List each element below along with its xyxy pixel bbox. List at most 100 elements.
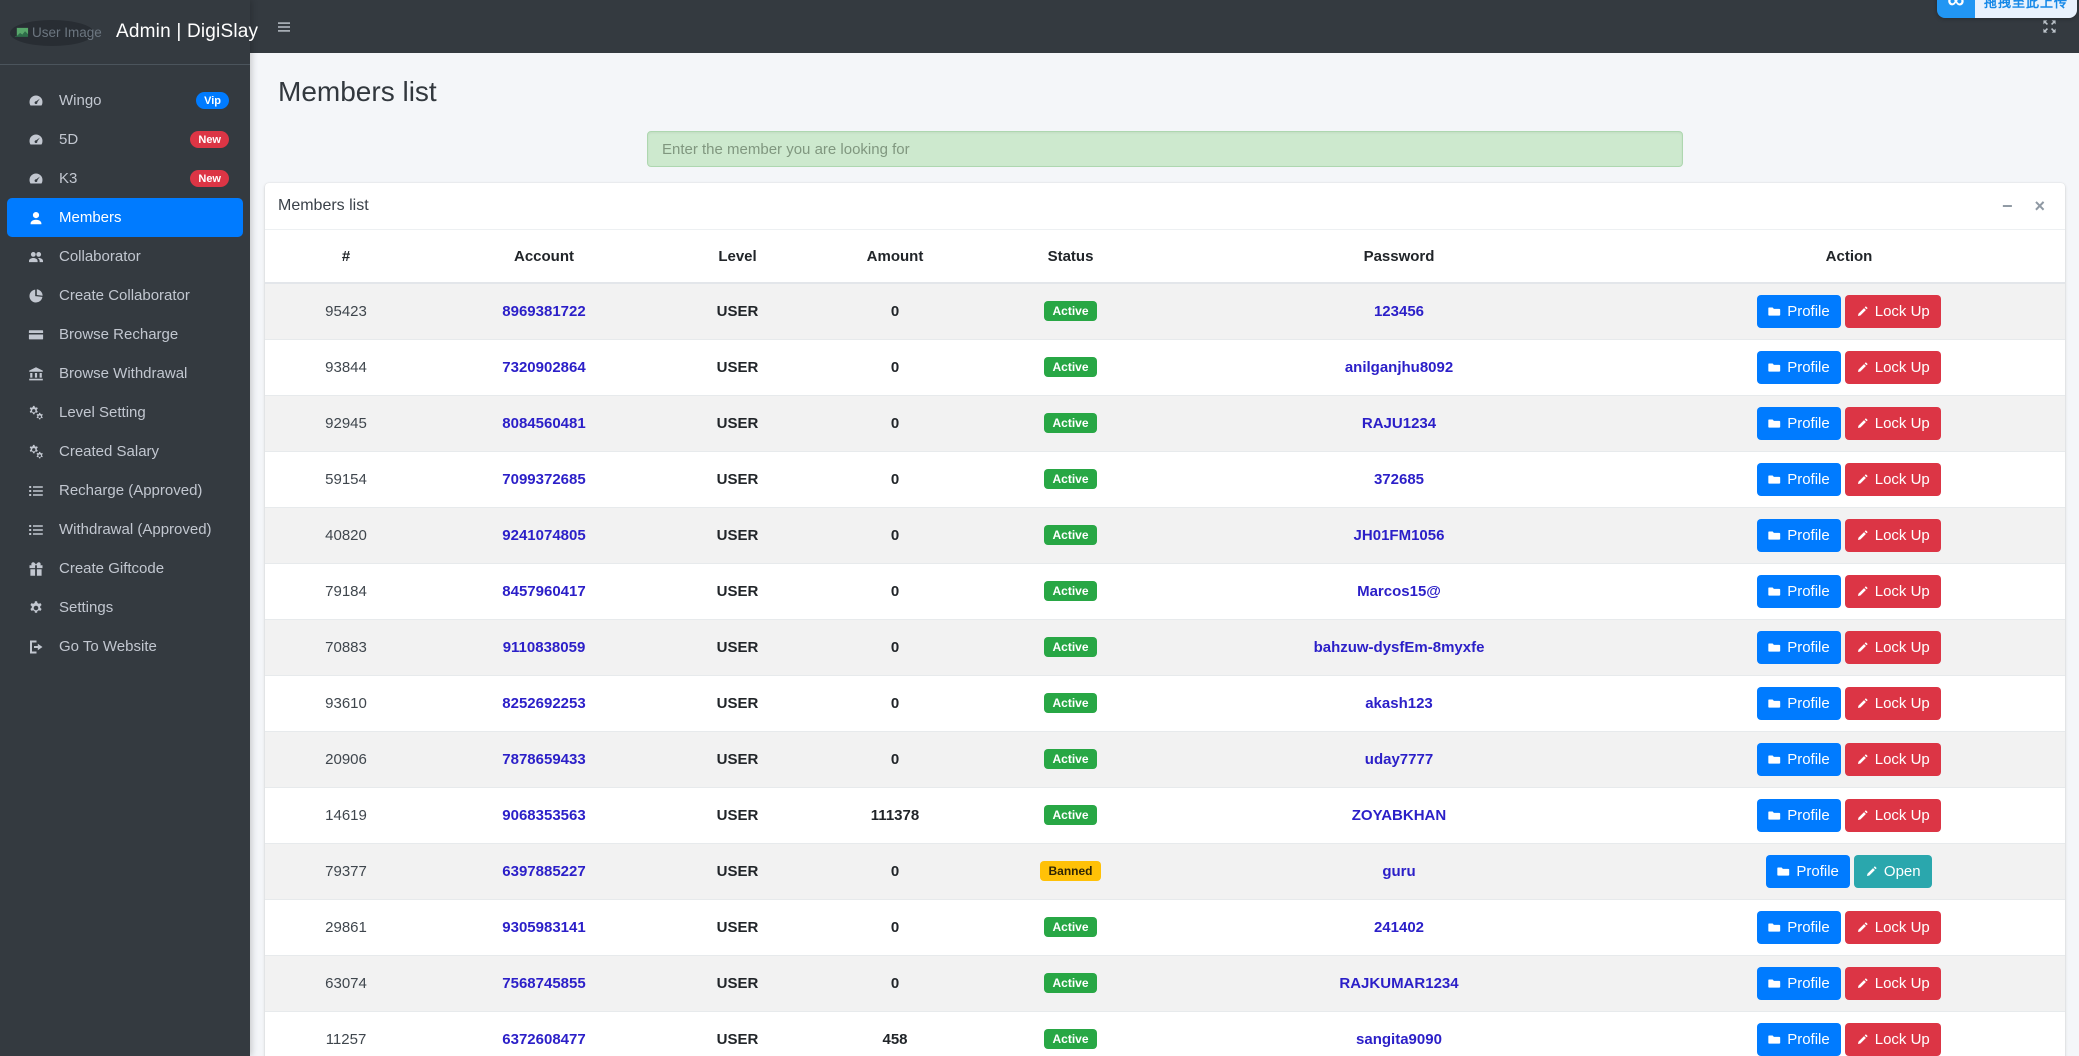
lock-up-button[interactable]: Lock Up — [1845, 799, 1941, 832]
account-link[interactable]: 8252692253 — [502, 695, 585, 712]
account-link[interactable]: 7568745855 — [502, 975, 585, 992]
status-badge: Active — [1044, 973, 1096, 993]
profile-button[interactable]: Profile — [1766, 855, 1850, 888]
hamburger-menu-icon[interactable] — [276, 19, 292, 35]
account-link[interactable]: 7099372685 — [502, 471, 585, 488]
lock-up-button[interactable]: Lock Up — [1845, 743, 1941, 776]
profile-button[interactable]: Profile — [1757, 295, 1841, 328]
sidebar-item-browse-withdrawal[interactable]: Browse Withdrawal — [7, 354, 243, 393]
lock-up-button[interactable]: Lock Up — [1845, 911, 1941, 944]
lock-up-button[interactable]: Lock Up — [1845, 407, 1941, 440]
account-link[interactable]: 6372608477 — [502, 1031, 585, 1048]
member-id-cell: 14619 — [265, 787, 427, 843]
button-label: Lock Up — [1875, 751, 1930, 768]
password-link[interactable]: 241402 — [1374, 919, 1424, 936]
panel-header: Members list − × — [265, 183, 2065, 230]
account-link[interactable]: 9305983141 — [502, 919, 585, 936]
action-buttons: ProfileOpen — [1766, 855, 1931, 888]
table-row: 936108252692253USER0Activeakash123Profil… — [265, 675, 2065, 731]
password-link[interactable]: JH01FM1056 — [1354, 527, 1445, 544]
password-link[interactable]: anilganjhu8092 — [1345, 359, 1453, 376]
lock-up-button[interactable]: Lock Up — [1845, 295, 1941, 328]
member-id-cell: 93610 — [265, 675, 427, 731]
sidebar-item-wingo[interactable]: WingoVip — [7, 81, 243, 120]
password-link[interactable]: akash123 — [1365, 695, 1433, 712]
open-button[interactable]: Open — [1854, 855, 1932, 888]
sidebar-item-level-setting[interactable]: Level Setting — [7, 393, 243, 432]
password-link[interactable]: guru — [1382, 863, 1415, 880]
folder-icon — [1768, 473, 1781, 486]
sidebar-item-recharge-approved[interactable]: Recharge (Approved) — [7, 471, 243, 510]
button-label: Lock Up — [1875, 975, 1930, 992]
lock-up-button[interactable]: Lock Up — [1845, 351, 1941, 384]
password-link[interactable]: 123456 — [1374, 303, 1424, 320]
account-link[interactable]: 8084560481 — [502, 415, 585, 432]
profile-button[interactable]: Profile — [1757, 1023, 1841, 1056]
password-link[interactable]: bahzuw-dysfEm-8myxfe — [1314, 639, 1485, 656]
password-link[interactable]: uday7777 — [1365, 751, 1433, 768]
sidebar-item-create-giftcode[interactable]: Create Giftcode — [7, 549, 243, 588]
lock-up-button[interactable]: Lock Up — [1845, 687, 1941, 720]
profile-button[interactable]: Profile — [1757, 631, 1841, 664]
profile-button[interactable]: Profile — [1757, 351, 1841, 384]
profile-button[interactable]: Profile — [1757, 967, 1841, 1000]
account-link[interactable]: 9241074805 — [502, 527, 585, 544]
sidebar-item-label: Members — [59, 209, 122, 226]
password-link[interactable]: Marcos15@ — [1357, 583, 1441, 600]
button-label: Lock Up — [1875, 919, 1930, 936]
profile-button[interactable]: Profile — [1757, 519, 1841, 552]
pencil-icon — [1856, 809, 1869, 822]
member-id-cell: 93844 — [265, 339, 427, 395]
member-id-cell: 79377 — [265, 843, 427, 899]
sidebar-item-collaborator[interactable]: Collaborator — [7, 237, 243, 276]
lock-up-button[interactable]: Lock Up — [1845, 575, 1941, 608]
sidebar-item-members[interactable]: Members — [7, 198, 243, 237]
account-link[interactable]: 8969381722 — [502, 303, 585, 320]
sidebar-item-label: Create Giftcode — [59, 560, 164, 577]
fullscreen-icon[interactable] — [2042, 19, 2057, 34]
sidebar-item-created-salary[interactable]: Created Salary — [7, 432, 243, 471]
lock-up-button[interactable]: Lock Up — [1845, 631, 1941, 664]
account-link[interactable]: 7320902864 — [502, 359, 585, 376]
level-cell: USER — [661, 787, 814, 843]
password-link[interactable]: ZOYABKHAN — [1352, 807, 1446, 824]
lock-up-button[interactable]: Lock Up — [1845, 519, 1941, 552]
status-badge: Active — [1044, 413, 1096, 433]
sidebar-item-go-to-website[interactable]: Go To Website — [7, 627, 243, 666]
profile-button[interactable]: Profile — [1757, 687, 1841, 720]
status-badge: Active — [1044, 805, 1096, 825]
account-link[interactable]: 9110838059 — [503, 639, 586, 656]
account-link[interactable]: 7878659433 — [502, 751, 585, 768]
lock-up-button[interactable]: Lock Up — [1845, 967, 1941, 1000]
lock-up-button[interactable]: Lock Up — [1845, 1023, 1941, 1056]
table-body: 954238969381722USER0Active123456ProfileL… — [265, 283, 2065, 1056]
sidebar-item-browse-recharge[interactable]: Browse Recharge — [7, 315, 243, 354]
password-link[interactable]: sangita9090 — [1356, 1031, 1442, 1048]
password-link[interactable]: RAJKUMAR1234 — [1339, 975, 1458, 992]
profile-button[interactable]: Profile — [1757, 575, 1841, 608]
account-link[interactable]: 6397885227 — [502, 863, 585, 880]
account-link[interactable]: 9068353563 — [502, 807, 585, 824]
profile-button[interactable]: Profile — [1757, 799, 1841, 832]
close-icon[interactable]: × — [2034, 197, 2045, 215]
profile-button[interactable]: Profile — [1757, 463, 1841, 496]
account-link[interactable]: 8457960417 — [502, 583, 585, 600]
table-header-row: #AccountLevelAmountStatusPasswordAction — [265, 230, 2065, 283]
sidebar-item-5d[interactable]: 5DNew — [7, 120, 243, 159]
folder-icon — [1768, 697, 1781, 710]
brand: User Image Admin | DigiSlay — [0, 0, 250, 65]
upload-widget[interactable]: ∞ 拖拽至此上传 — [1937, 0, 2077, 18]
minimize-icon[interactable]: − — [2002, 197, 2013, 215]
lock-up-button[interactable]: Lock Up — [1845, 463, 1941, 496]
sidebar-item-withdrawal-approved[interactable]: Withdrawal (Approved) — [7, 510, 243, 549]
password-link[interactable]: RAJU1234 — [1362, 415, 1436, 432]
profile-button[interactable]: Profile — [1757, 911, 1841, 944]
profile-button[interactable]: Profile — [1757, 407, 1841, 440]
sidebar-item-settings[interactable]: Settings — [7, 588, 243, 627]
sidebar-item-k3[interactable]: K3New — [7, 159, 243, 198]
profile-button[interactable]: Profile — [1757, 743, 1841, 776]
status-badge: Banned — [1040, 861, 1100, 881]
sidebar-item-create-collaborator[interactable]: Create Collaborator — [7, 276, 243, 315]
password-link[interactable]: 372685 — [1374, 471, 1424, 488]
member-search-input[interactable] — [647, 131, 1683, 167]
